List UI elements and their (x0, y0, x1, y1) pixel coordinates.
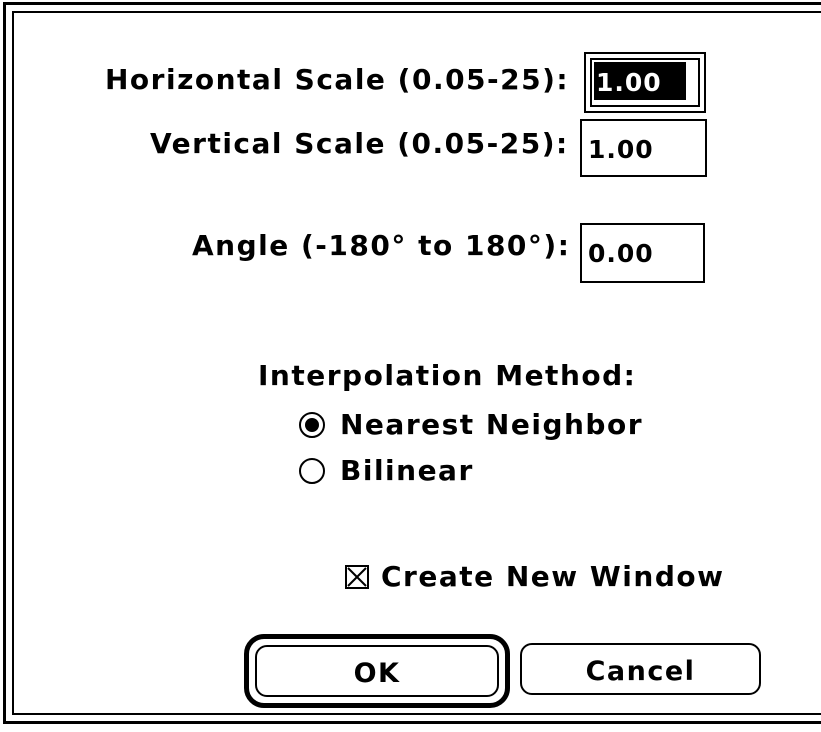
cancel-button[interactable]: Cancel (520, 643, 761, 695)
ok-button-label: OK (353, 658, 401, 689)
ok-button[interactable]: OK (255, 645, 499, 697)
create-new-window-checkbox[interactable] (345, 565, 369, 589)
radio-selected-dot (305, 418, 319, 432)
bilinear-label[interactable]: Bilinear (340, 457, 474, 485)
interpolation-heading: Interpolation Method: (258, 359, 637, 392)
angle-input[interactable]: 0.00 (580, 223, 705, 283)
vertical-scale-label: Vertical Scale (0.05-25): (150, 127, 569, 160)
horizontal-scale-input[interactable]: 1.00 (584, 52, 706, 113)
horizontal-scale-label: Horizontal Scale (0.05-25): (105, 63, 570, 96)
angle-label: Angle (-180° to 180°): (192, 229, 571, 262)
angle-value: 0.00 (588, 239, 654, 268)
vertical-scale-input[interactable]: 1.00 (580, 119, 707, 177)
cancel-button-label: Cancel (585, 656, 696, 687)
nearest-neighbor-radio[interactable] (299, 412, 325, 438)
horizontal-scale-value: 1.00 (596, 68, 662, 97)
create-new-window-label[interactable]: Create New Window (381, 563, 724, 591)
vertical-scale-value: 1.00 (588, 135, 654, 164)
nearest-neighbor-label[interactable]: Nearest Neighbor (340, 411, 643, 439)
bilinear-radio[interactable] (299, 458, 325, 484)
selection-highlight: 1.00 (594, 62, 686, 100)
check-x-icon (347, 567, 367, 587)
